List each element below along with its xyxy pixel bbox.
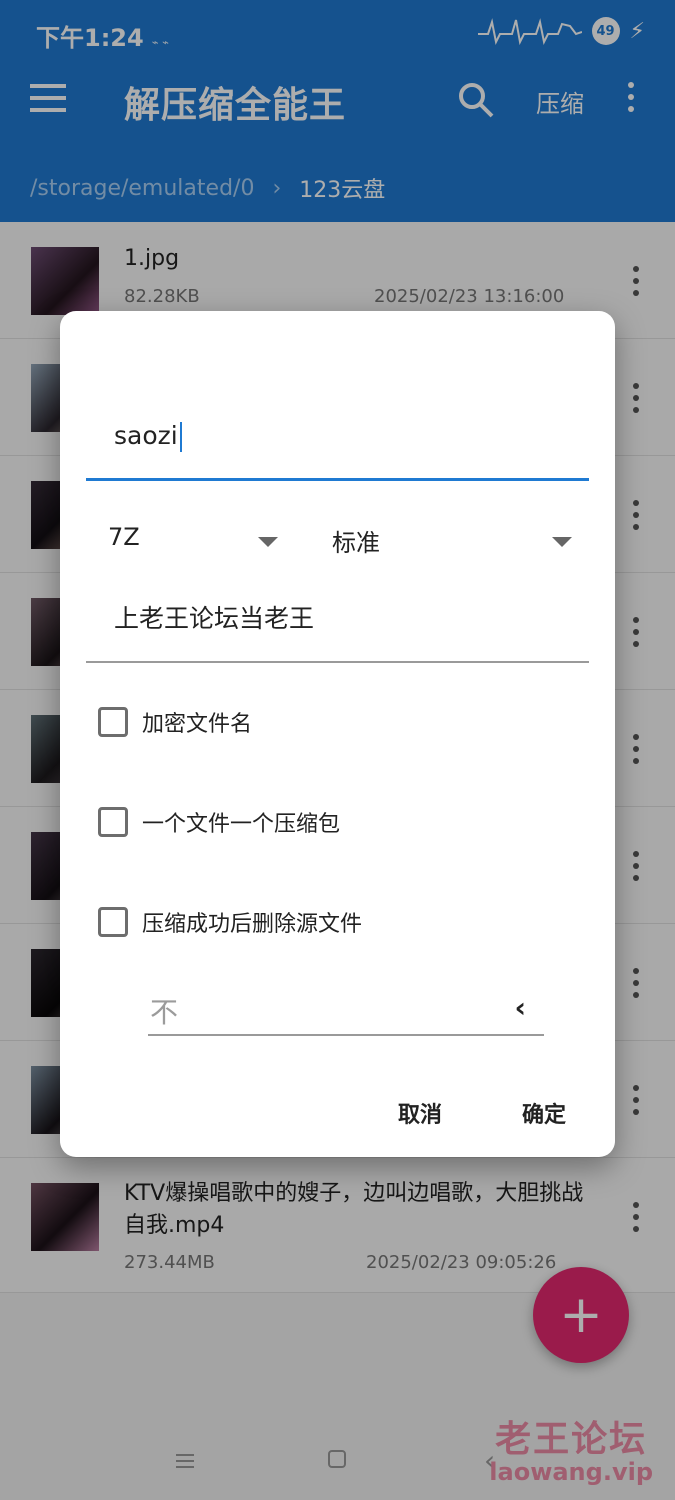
chevron-left-icon[interactable]: ‹ (514, 991, 526, 1024)
encrypt-filenames-checkbox[interactable]: 加密文件名 (98, 706, 252, 738)
format-select[interactable]: 7Z (108, 523, 278, 567)
split-volume-field[interactable]: 不 ‹ (148, 981, 544, 1036)
archive-name-input[interactable]: saozi (86, 407, 589, 481)
text-cursor (179, 422, 182, 452)
checkbox-label: 一个文件一个压缩包 (142, 812, 341, 837)
format-value: 7Z (108, 523, 140, 551)
compression-level-select[interactable]: 标准 (332, 523, 572, 567)
archive-name-text: saozi (114, 421, 178, 450)
checkbox-label: 压缩成功后删除源文件 (142, 912, 363, 937)
dropdown-caret-icon (258, 537, 278, 547)
level-value: 标准 (332, 529, 380, 557)
checkbox-icon[interactable] (98, 807, 128, 837)
delete-source-checkbox[interactable]: 压缩成功后删除源文件 (98, 906, 362, 938)
checkbox-label: 加密文件名 (142, 712, 253, 737)
one-file-per-archive-checkbox[interactable]: 一个文件一个压缩包 (98, 806, 340, 838)
checkbox-icon[interactable] (98, 707, 128, 737)
compress-dialog: saozi 7Z 标准 上老王论坛当老王 加密文件名 一个文件一个压缩包 压缩成… (60, 311, 615, 1157)
split-volume-value: 不 (150, 996, 179, 1029)
password-text: 上老王论坛当老王 (114, 604, 315, 633)
password-input[interactable]: 上老王论坛当老王 (86, 583, 589, 663)
cancel-button[interactable]: 取消 (398, 1097, 442, 1129)
dropdown-caret-icon (552, 537, 572, 547)
ok-button[interactable]: 确定 (522, 1097, 566, 1129)
checkbox-icon[interactable] (98, 907, 128, 937)
